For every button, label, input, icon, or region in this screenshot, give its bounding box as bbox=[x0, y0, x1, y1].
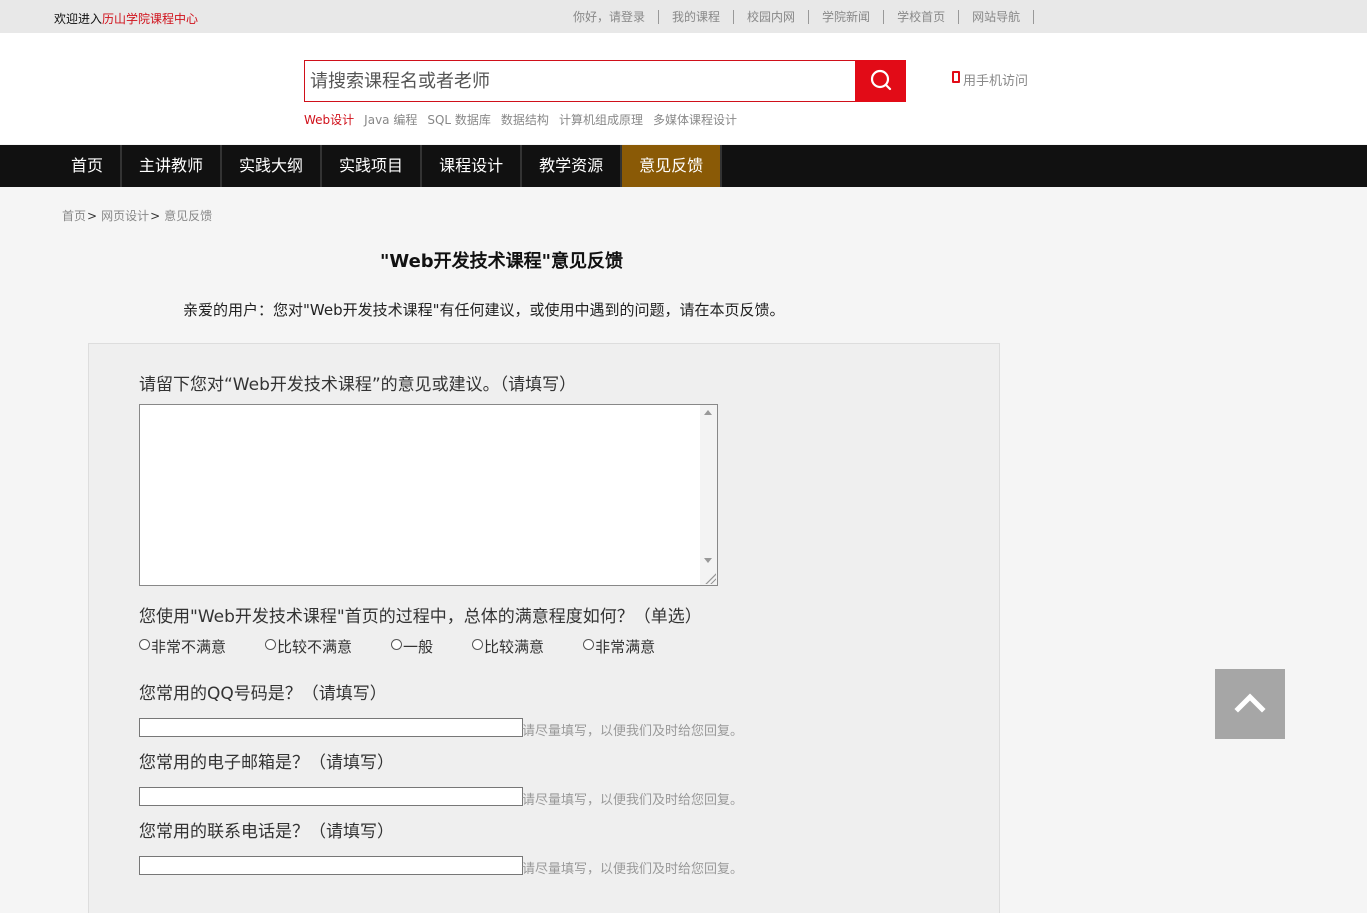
radio-satisfied[interactable]: 比较满意 bbox=[472, 636, 583, 657]
radio-very-unsatisfied[interactable]: 非常不满意 bbox=[139, 636, 265, 657]
qq-hint: 请尽量填写，以便我们及时给您回复。 bbox=[522, 724, 744, 739]
header: 用手机访问 Web设计 Java 编程 SQL 数据库 数据结构 计算机组成原理… bbox=[0, 33, 1367, 144]
resize-grip-icon[interactable] bbox=[704, 572, 716, 584]
back-to-top-button[interactable] bbox=[1215, 669, 1285, 739]
welcome-text: 欢迎进入历山学院课程中心 bbox=[54, 10, 198, 27]
login-link[interactable]: 你好，请登录 bbox=[560, 10, 660, 24]
nav-item-syllabus[interactable]: 实践大纲 bbox=[222, 145, 323, 187]
nav-item-resources[interactable]: 教学资源 bbox=[522, 145, 623, 187]
suggestion-question: 请留下您对“Web开发技术课程”的意见或建议。（请填写） bbox=[139, 375, 577, 395]
phone-icon bbox=[952, 70, 960, 83]
qq-question: 您常用的QQ号码是？（请填写） bbox=[139, 684, 387, 704]
page-title: "Web开发技术课程"意见反馈 bbox=[380, 251, 624, 272]
hot-word[interactable]: Web设计 bbox=[304, 111, 354, 128]
search-icon bbox=[869, 68, 893, 95]
nav-item-projects[interactable]: 实践项目 bbox=[322, 145, 423, 187]
radio-icon[interactable] bbox=[139, 639, 150, 650]
mobile-access-link[interactable]: 用手机访问 bbox=[952, 70, 1028, 89]
hot-word[interactable]: 多媒体课程设计 bbox=[653, 111, 737, 128]
breadcrumb-current: 意见反馈 bbox=[164, 209, 213, 223]
site-name-link[interactable]: 历山学院课程中心 bbox=[102, 12, 198, 26]
phone-hint: 请尽量填写，以便我们及时给您回复。 bbox=[522, 862, 744, 877]
nav-item-course-design[interactable]: 课程设计 bbox=[422, 145, 523, 187]
scroll-up-icon[interactable] bbox=[704, 410, 712, 415]
welcome-prefix: 欢迎进入 bbox=[54, 12, 103, 26]
search-input[interactable] bbox=[304, 60, 856, 102]
college-news-link[interactable]: 学院新闻 bbox=[809, 10, 885, 24]
qq-input[interactable] bbox=[139, 718, 523, 737]
radio-unsatisfied[interactable]: 比较不满意 bbox=[265, 636, 391, 657]
textarea-scrollbar[interactable] bbox=[700, 405, 717, 585]
mobile-access-label: 用手机访问 bbox=[963, 74, 1029, 89]
email-question: 您常用的电子邮箱是？（请填写） bbox=[139, 753, 394, 773]
nav-item-teachers[interactable]: 主讲教师 bbox=[122, 145, 223, 187]
chevron-up-icon bbox=[1234, 691, 1266, 717]
nav-item-feedback[interactable]: 意见反馈 bbox=[622, 145, 723, 187]
hot-word[interactable]: 计算机组成原理 bbox=[559, 111, 643, 128]
email-hint: 请尽量填写，以便我们及时给您回复。 bbox=[522, 793, 744, 808]
radio-icon[interactable] bbox=[391, 639, 403, 650]
hot-word[interactable]: 数据结构 bbox=[501, 111, 549, 128]
breadcrumb: 首页> 网页设计> 意见反馈 bbox=[62, 207, 212, 224]
satisfaction-options: 非常不满意 比较不满意 一般 比较满意 非常满意 bbox=[139, 636, 694, 657]
search-button[interactable] bbox=[855, 60, 906, 102]
phone-question: 您常用的联系电话是？（请填写） bbox=[139, 822, 394, 842]
intro-text: 亲爱的用户：您对"Web开发技术课程"有任何建议，或使用中遇到的问题，请在本页反… bbox=[183, 301, 785, 319]
feedback-form: 请留下您对“Web开发技术课程”的意见或建议。（请填写） 您使用"Web开发技术… bbox=[88, 343, 1000, 913]
breadcrumb-separator: > bbox=[87, 209, 98, 223]
radio-icon[interactable] bbox=[265, 639, 277, 650]
breadcrumb-separator: > bbox=[150, 209, 161, 223]
hot-word[interactable]: Java 编程 bbox=[364, 111, 417, 128]
radio-icon[interactable] bbox=[472, 639, 484, 650]
satisfaction-question: 您使用"Web开发技术课程"首页的过程中，总体的满意程度如何？（单选） bbox=[139, 607, 702, 627]
scroll-down-icon[interactable] bbox=[704, 558, 712, 563]
breadcrumb-web-design[interactable]: 网页设计 bbox=[101, 209, 149, 223]
nav-item-home[interactable]: 首页 bbox=[54, 145, 123, 187]
my-courses-link[interactable]: 我的课程 bbox=[659, 10, 735, 24]
suggestion-textarea-wrap bbox=[139, 404, 718, 586]
phone-input[interactable] bbox=[139, 856, 523, 875]
top-links: 你好，请登录 我的课程 校园内网 学院新闻 学校首页 网站导航 bbox=[560, 10, 1035, 24]
main-nav: 首页 主讲教师 实践大纲 实践项目 课程设计 教学资源 意见反馈 bbox=[0, 145, 1367, 187]
breadcrumb-home[interactable]: 首页 bbox=[62, 209, 86, 223]
logo[interactable] bbox=[54, 33, 154, 141]
hot-word[interactable]: SQL 数据库 bbox=[427, 111, 491, 128]
school-home-link[interactable]: 学校首页 bbox=[884, 10, 960, 24]
site-nav-link[interactable]: 网站导航 bbox=[959, 10, 1035, 24]
campus-intranet-link[interactable]: 校园内网 bbox=[734, 10, 810, 24]
top-bar: 欢迎进入历山学院课程中心 你好，请登录 我的课程 校园内网 学院新闻 学校首页 … bbox=[0, 0, 1367, 33]
hot-search-words: Web设计 Java 编程 SQL 数据库 数据结构 计算机组成原理 多媒体课程… bbox=[304, 111, 737, 128]
radio-neutral[interactable]: 一般 bbox=[391, 636, 472, 657]
radio-icon[interactable] bbox=[583, 639, 595, 650]
radio-very-satisfied[interactable]: 非常满意 bbox=[583, 636, 694, 657]
email-input[interactable] bbox=[139, 787, 523, 806]
suggestion-textarea[interactable] bbox=[140, 405, 700, 585]
